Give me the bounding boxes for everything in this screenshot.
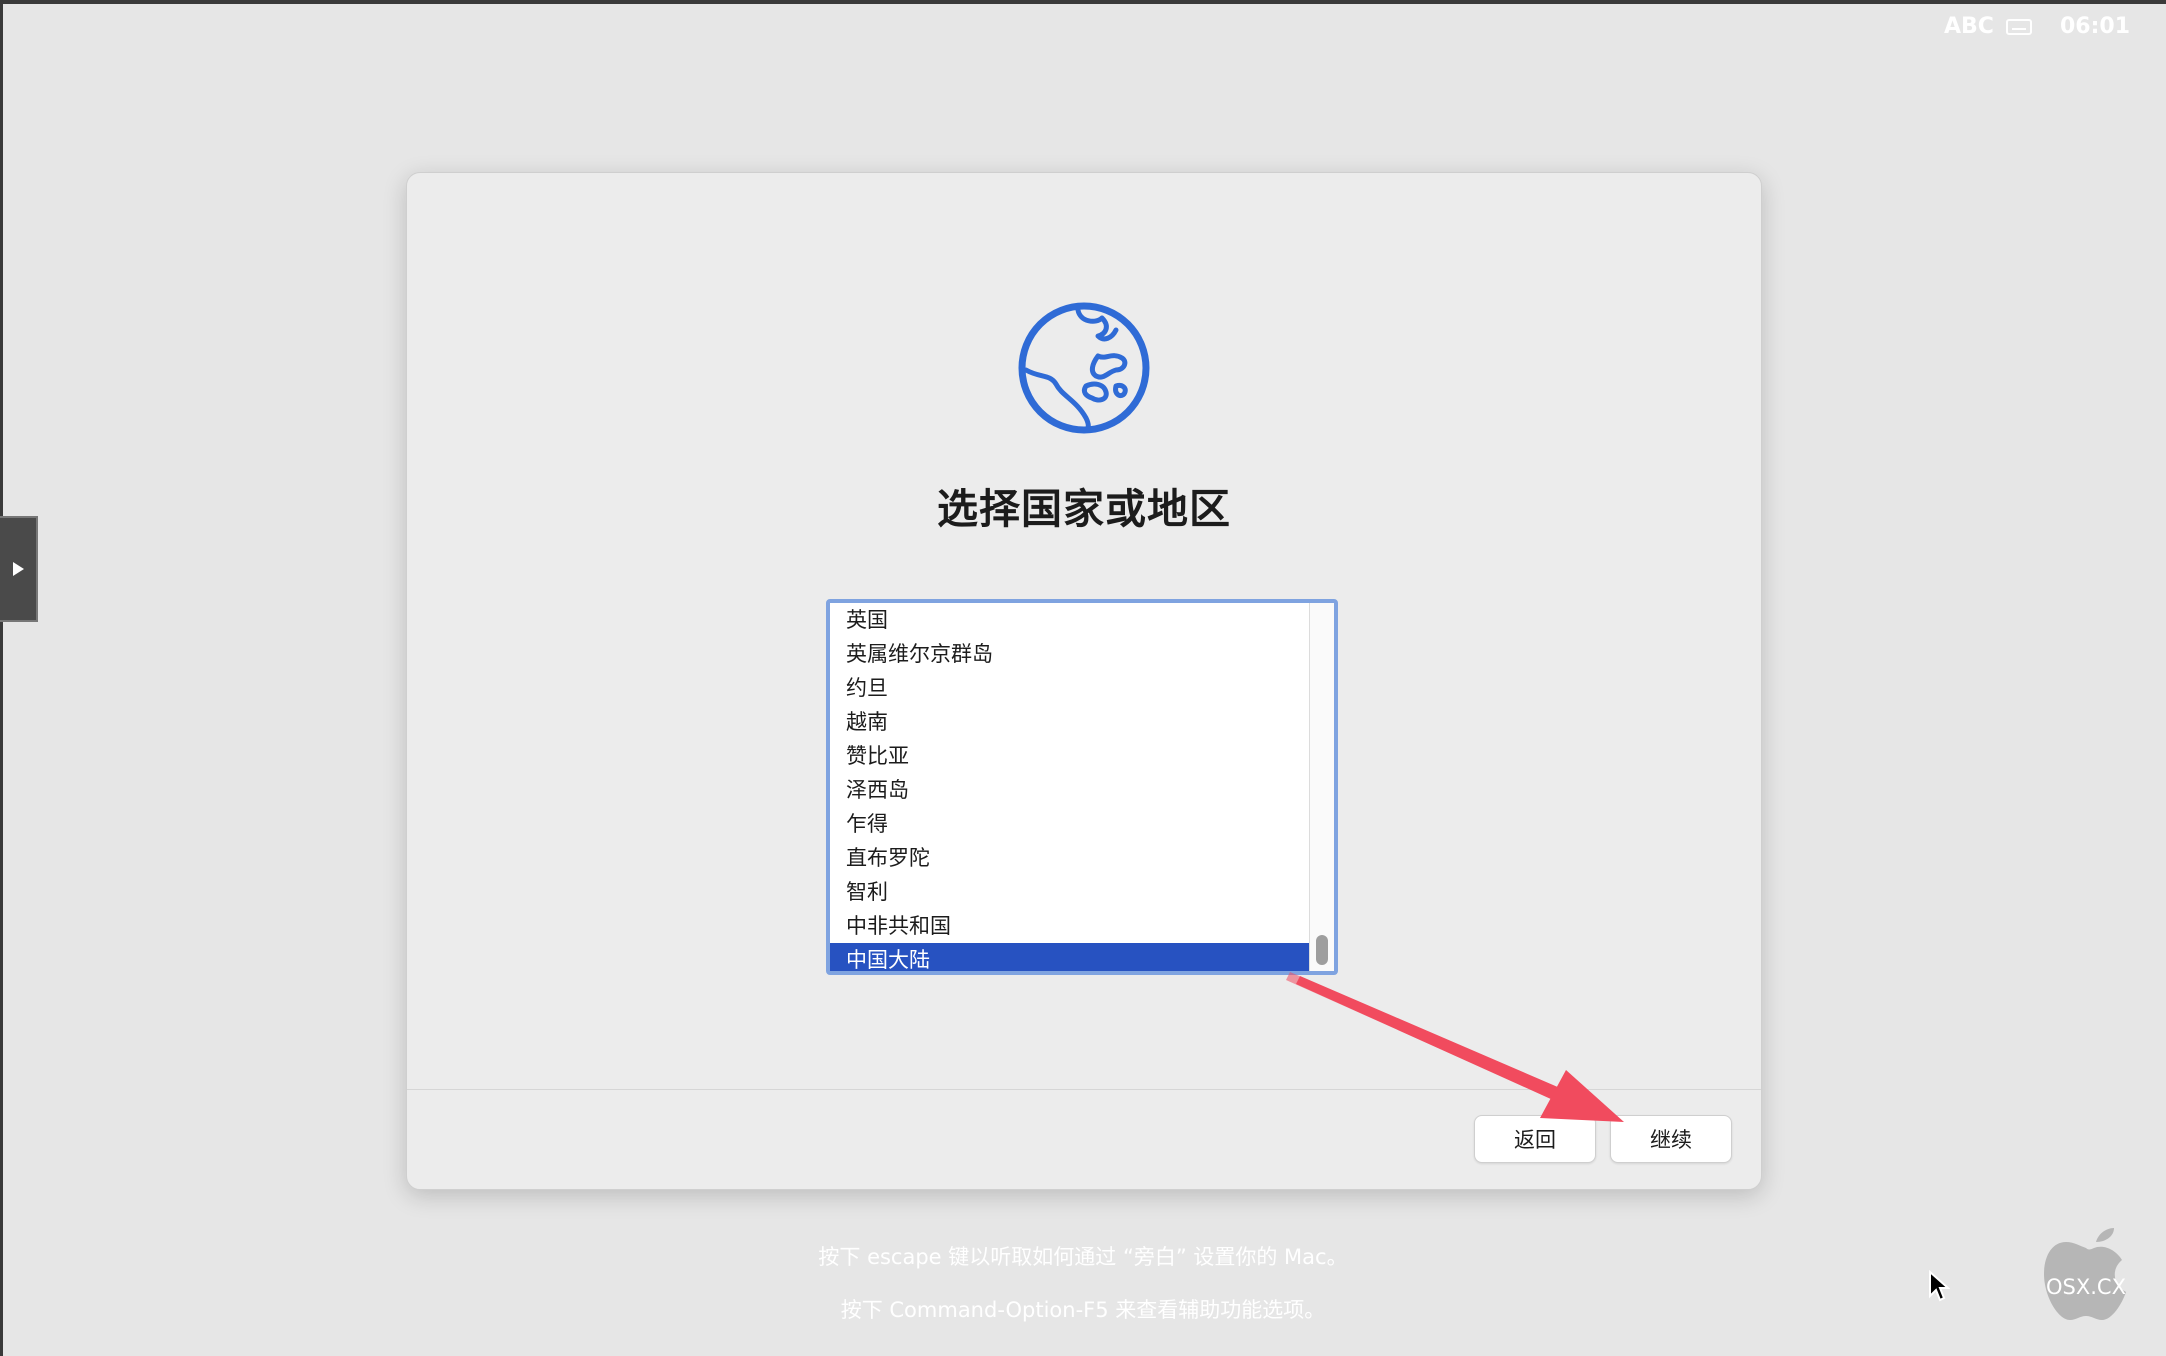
list-item[interactable]: 约旦 [830, 671, 1310, 705]
mouse-cursor-icon [1929, 1270, 1950, 1302]
side-expand-tab[interactable] [0, 516, 38, 622]
list-item[interactable]: 智利 [830, 875, 1310, 909]
page-title: 选择国家或地区 [937, 485, 1231, 533]
list-item[interactable]: 乍得 [830, 807, 1310, 841]
list-item[interactable]: 泽西岛 [830, 773, 1310, 807]
clock: 06:01 [2059, 14, 2130, 39]
screen-left-edge [0, 0, 3, 1356]
screen-top-edge [0, 0, 2166, 4]
input-source[interactable]: ABC [1944, 14, 2032, 39]
footer-divider [407, 1089, 1761, 1090]
list-item[interactable]: 越南 [830, 705, 1310, 739]
voiceover-hint: 按下 escape 键以听取如何通过 “旁白” 设置你的 Mac。 [818, 1245, 1348, 1269]
list-item[interactable]: 中非共和国 [830, 909, 1310, 943]
setup-window: 选择国家或地区 英国 英属维尔京群岛 约旦 越南 赞比亚 泽西岛 乍得 直布罗陀… [406, 172, 1762, 1190]
accessibility-hint: 按下 Command-Option-F5 来查看辅助功能选项。 [840, 1298, 1326, 1322]
globe-icon [1018, 302, 1150, 434]
list-item[interactable]: 直布罗陀 [830, 841, 1310, 875]
continue-button[interactable]: 继续 [1610, 1115, 1732, 1163]
keyboard-icon [2005, 19, 2032, 35]
country-list[interactable]: 英国 英属维尔京群岛 约旦 越南 赞比亚 泽西岛 乍得 直布罗陀 智利 中非共和… [826, 599, 1338, 975]
list-item[interactable]: 赞比亚 [830, 739, 1310, 773]
menubar-status: ABC 06:01 [1944, 14, 2130, 39]
watermark: OSX.CX [2046, 1275, 2126, 1299]
back-button[interactable]: 返回 [1474, 1115, 1596, 1163]
scrollbar-thumb[interactable] [1316, 935, 1328, 965]
list-item[interactable]: 英属维尔京群岛 [830, 637, 1310, 671]
input-source-label: ABC [1944, 14, 1994, 39]
scrollbar[interactable] [1309, 603, 1334, 971]
list-item-selected[interactable]: 中国大陆 [830, 943, 1310, 971]
list-item[interactable]: 英国 [830, 603, 1310, 637]
